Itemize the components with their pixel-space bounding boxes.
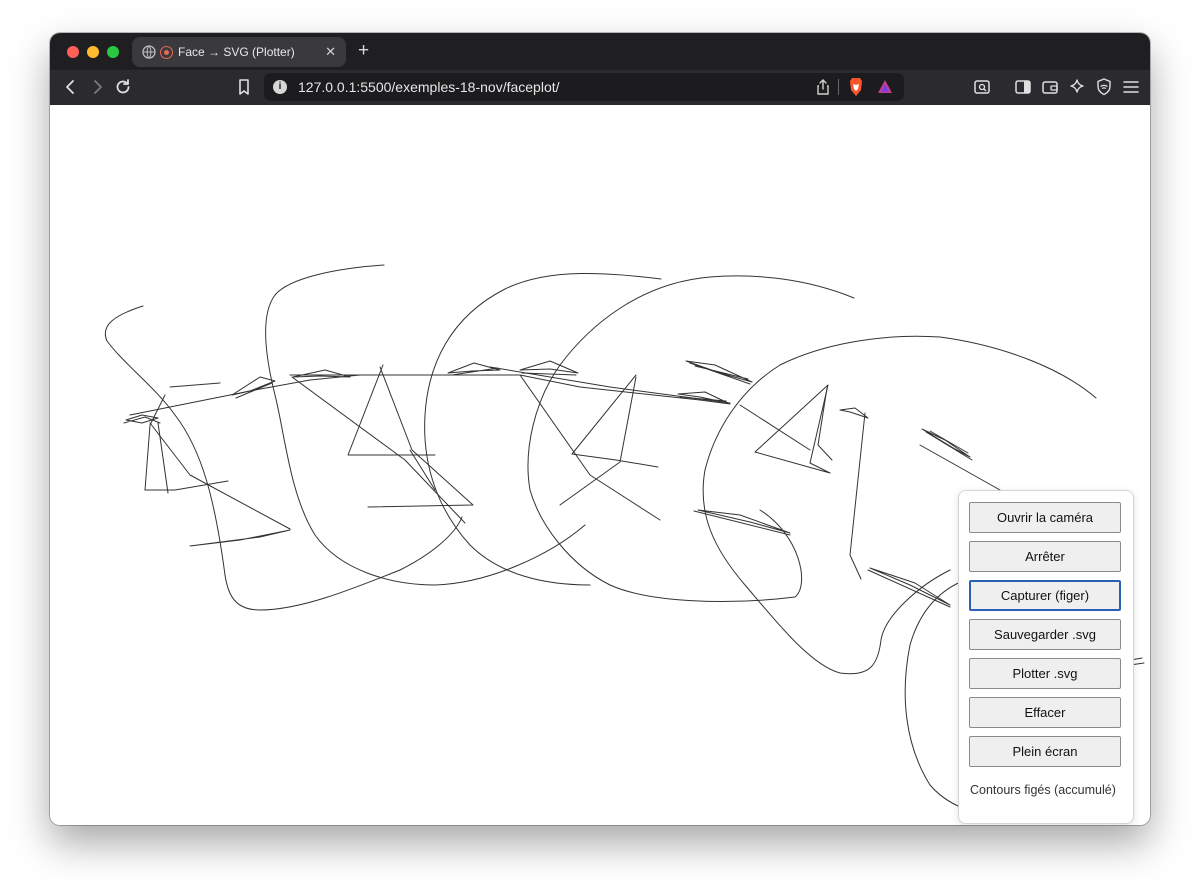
site-info-icon[interactable]: i [273,80,287,94]
leo-ai-icon[interactable] [1067,77,1087,97]
url-text[interactable]: 127.0.0.1:5500/exemples-18-nov/faceplot/ [298,79,560,95]
status-label: Contours figés (accumulé) [970,783,1116,797]
window-controls [67,46,119,58]
tab-search-icon[interactable] [972,77,992,97]
plot-svg-button[interactable]: Plotter .svg [969,658,1121,689]
clear-button[interactable]: Effacer [969,697,1121,728]
address-separator [838,79,839,95]
wallet-icon[interactable] [1040,77,1060,97]
save-svg-button[interactable]: Sauvegarder .svg [969,619,1121,650]
minimize-window-button[interactable] [87,46,99,58]
tab-bar: Face → SVG (Plotter) ✕ + [50,33,1150,70]
browser-toolbar: i 127.0.0.1:5500/exemples-18-nov/faceplo… [50,70,1150,105]
browser-window: Face → SVG (Plotter) ✕ + i 127.0.0.1:550… [50,33,1150,825]
capture-button[interactable]: Capturer (figer) [969,580,1121,611]
sidebar-icon[interactable] [1013,77,1033,97]
fullscreen-button[interactable]: Plein écran [969,736,1121,767]
share-icon[interactable] [815,78,831,96]
globe-icon [142,45,156,59]
reload-icon[interactable] [113,77,133,97]
close-tab-icon[interactable]: ✕ [325,44,336,60]
close-window-button[interactable] [67,46,79,58]
menu-icon[interactable] [1121,77,1141,97]
zoom-window-button[interactable] [107,46,119,58]
recording-icon [160,45,173,59]
brave-shields-icon[interactable] [847,77,865,97]
open-camera-button[interactable]: Ouvrir la caméra [969,502,1121,533]
tab-face-svg[interactable]: Face → SVG (Plotter) ✕ [132,37,346,67]
page-content: Ouvrir la caméra Arrêter Capturer (figer… [50,105,1150,825]
address-bar[interactable]: i 127.0.0.1:5500/exemples-18-nov/faceplo… [264,73,904,101]
stop-button[interactable]: Arrêter [969,541,1121,572]
brave-rewards-icon[interactable] [876,78,894,96]
bookmark-icon[interactable] [234,77,254,97]
tab-title: Face → SVG (Plotter) [178,45,295,59]
vpn-shield-icon[interactable] [1094,77,1114,97]
control-panel: Ouvrir la caméra Arrêter Capturer (figer… [958,490,1134,824]
forward-icon[interactable] [87,77,107,97]
back-icon[interactable] [61,77,81,97]
new-tab-button[interactable]: + [358,39,369,63]
